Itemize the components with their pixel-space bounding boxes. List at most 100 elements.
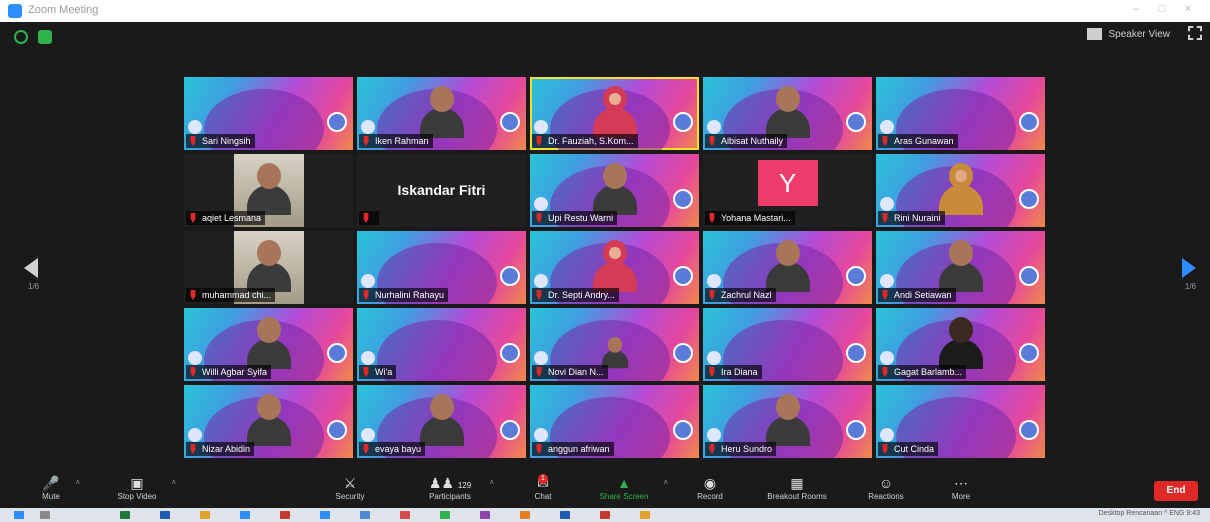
participant-tile[interactable]: Albisat Nuthaily	[703, 77, 872, 150]
participant-tile[interactable]: Dr. Septi Andry...	[530, 231, 699, 304]
muted-microphone-icon	[882, 367, 888, 377]
windows-start-icon[interactable]	[14, 511, 24, 519]
stop-video-button[interactable]: ▣ Stop Video ˄	[112, 474, 177, 501]
breakout-rooms-button[interactable]: ▦ Breakout Rooms	[760, 474, 834, 501]
participant-tile[interactable]: anggun afriwan	[530, 385, 699, 458]
muted-microphone-icon	[190, 290, 196, 300]
event-logo-icon	[188, 351, 202, 365]
taskbar-app-icon[interactable]	[360, 511, 370, 519]
participants-count: 129	[457, 481, 472, 490]
record-label: Record	[697, 492, 723, 501]
close-button[interactable]: ×	[1178, 3, 1198, 15]
taskbar-app-icon[interactable]	[480, 511, 490, 519]
event-logo-icon	[707, 120, 721, 134]
participant-name: Heru Sundro	[721, 444, 773, 454]
participant-tile[interactable]: muhammad chi...	[184, 231, 353, 304]
more-button[interactable]: ⋯ More	[944, 474, 978, 501]
reactions-smiley-icon: ☺	[878, 475, 894, 491]
taskbar-app-icon[interactable]	[600, 511, 610, 519]
reactions-label: Reactions	[868, 492, 904, 501]
mute-label: Mute	[42, 492, 60, 501]
muted-microphone-icon	[536, 290, 542, 300]
muted-microphone-icon	[190, 367, 196, 377]
participant-name: muhammad chi...	[202, 290, 272, 300]
chevron-up-icon[interactable]: ˄	[663, 478, 668, 487]
participant-tile[interactable]: Nurhalini Rahayu	[357, 231, 526, 304]
event-logo-icon	[361, 351, 375, 365]
participant-tile[interactable]: Rini Nuraini	[876, 154, 1045, 227]
event-logo-icon	[361, 120, 375, 134]
event-logo-icon	[707, 274, 721, 288]
mute-button[interactable]: 🎤 Mute ˄	[36, 474, 80, 501]
security-shield-icon[interactable]	[38, 30, 52, 44]
chat-badge: 1	[538, 474, 548, 484]
muted-microphone-icon	[363, 213, 369, 223]
minimize-button[interactable]: –	[1126, 3, 1146, 15]
chevron-up-icon[interactable]: ˄	[489, 478, 494, 487]
taskbar-app-icon[interactable]	[200, 511, 210, 519]
speaker-view-button[interactable]: Speaker View	[1087, 28, 1170, 40]
taskbar-app-icon[interactable]	[240, 511, 250, 519]
participant-tile[interactable]: Iken Rahman	[357, 77, 526, 150]
participant-name: Zachrul Nazl	[721, 290, 772, 300]
reactions-button[interactable]: ☺ Reactions	[862, 474, 910, 501]
shield-icon: ⚔	[343, 475, 357, 491]
breakout-rooms-icon: ▦	[790, 475, 804, 491]
taskbar-app-icon[interactable]	[520, 511, 530, 519]
participant-video	[592, 86, 637, 138]
participant-tile[interactable]: Upi Restu Warni	[530, 154, 699, 227]
participant-tile[interactable]: Iskandar Fitri	[357, 154, 526, 227]
page-indicator-right: 1/6	[1184, 282, 1196, 291]
taskbar-app-icon[interactable]	[280, 511, 290, 519]
info-icon[interactable]	[14, 30, 28, 44]
zoom-taskbar-icon[interactable]	[320, 511, 330, 519]
participant-tile[interactable]: Ira Diana	[703, 308, 872, 381]
taskbar-app-icon[interactable]	[640, 511, 650, 519]
participant-name-tag: Upi Restu Warni	[532, 211, 618, 225]
participant-tile[interactable]: Zachrul Nazl	[703, 231, 872, 304]
participant-tile[interactable]: Novi Dian N...	[530, 308, 699, 381]
muted-microphone-icon	[882, 290, 888, 300]
participant-tile[interactable]: Dr. Fauziah, S.Kom...	[530, 77, 699, 150]
chat-button[interactable]: ✉ 1 Chat	[528, 474, 558, 501]
record-button[interactable]: ◉ Record	[690, 474, 730, 501]
participant-name: Cut Cinda	[894, 444, 935, 454]
taskbar-app-icon[interactable]	[560, 511, 570, 519]
participant-tile[interactable]: Willi Agbar Syifa	[184, 308, 353, 381]
microphone-icon: 🎤	[42, 475, 60, 491]
chevron-up-icon[interactable]: ˄	[75, 478, 80, 487]
participant-tile[interactable]: Y Yohana Mastari...	[703, 154, 872, 227]
maximize-button[interactable]: □	[1152, 3, 1172, 15]
record-icon: ◉	[703, 475, 717, 491]
participant-tile[interactable]: Gagat Barlamb...	[876, 308, 1045, 381]
taskbar-app-icon[interactable]	[160, 511, 170, 519]
chevron-up-icon[interactable]: ˄	[171, 478, 176, 487]
participant-tile[interactable]: Wi'a	[357, 308, 526, 381]
participant-name: Yohana Mastari...	[721, 213, 791, 223]
muted-microphone-icon	[536, 213, 542, 223]
participant-tile[interactable]: Cut Cinda	[876, 385, 1045, 458]
taskbar-app-icon[interactable]	[400, 511, 410, 519]
event-logo-icon	[880, 351, 894, 365]
participant-tile[interactable]: Andi Setiawan	[876, 231, 1045, 304]
fullscreen-icon[interactable]	[1188, 26, 1202, 40]
taskbar-app-icon[interactable]	[440, 511, 450, 519]
participant-video	[765, 240, 810, 292]
previous-page-arrow-icon[interactable]	[24, 258, 38, 278]
participant-tile[interactable]: evaya bayu	[357, 385, 526, 458]
search-icon[interactable]	[40, 511, 50, 519]
end-meeting-button[interactable]: End	[1154, 481, 1198, 501]
security-button[interactable]: ⚔ Security	[328, 474, 372, 501]
participants-button[interactable]: ♟♟ 129 Participants ˄	[420, 474, 494, 501]
share-screen-button[interactable]: ▲ Share Screen ˄	[594, 474, 668, 501]
participant-tile[interactable]: Heru Sundro	[703, 385, 872, 458]
next-page-arrow-icon[interactable]	[1182, 258, 1196, 278]
participant-tile[interactable]: aqiet Lesmana	[184, 154, 353, 227]
participant-tile[interactable]: Sari Ningsih	[184, 77, 353, 150]
participant-tile[interactable]: Nizar Abidin	[184, 385, 353, 458]
taskbar-app-icon[interactable]	[120, 511, 130, 519]
participant-tile[interactable]: Aras Gunawan	[876, 77, 1045, 150]
event-logo-icon	[534, 120, 548, 134]
event-logo-icon	[880, 197, 894, 211]
participant-name: Nurhalini Rahayu	[375, 290, 445, 300]
